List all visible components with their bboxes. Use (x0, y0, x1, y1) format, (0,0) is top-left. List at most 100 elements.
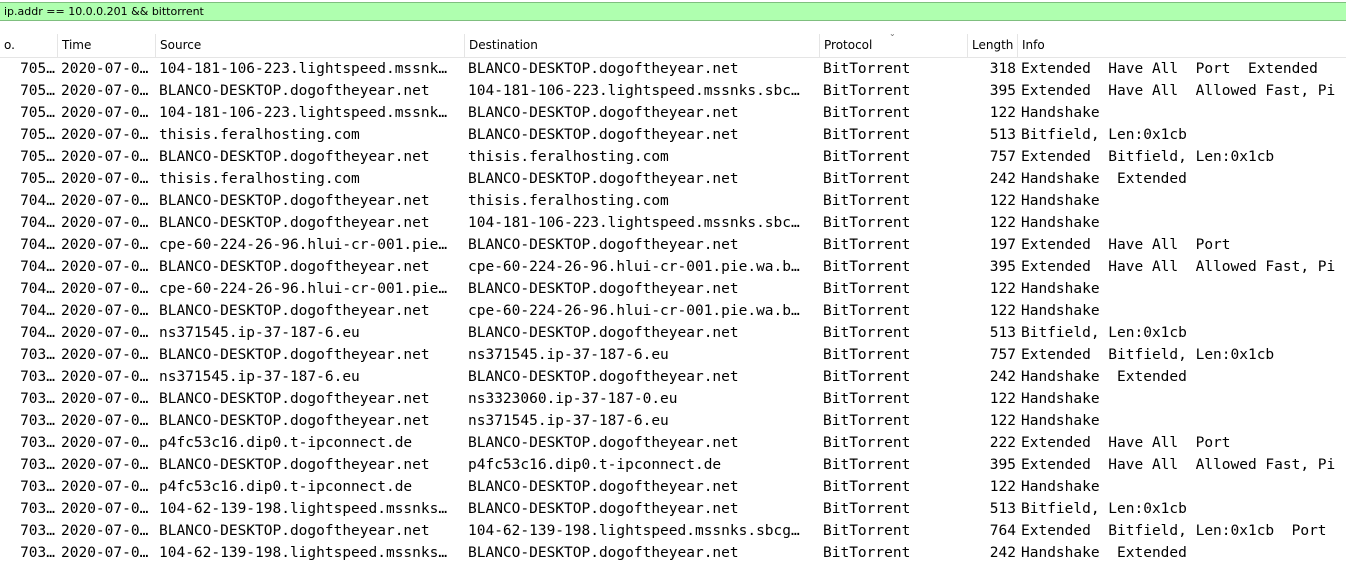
packet-source: BLANCO-DESKTOP.dogoftheyear.net (159, 347, 430, 363)
packet-length: 395 (989, 457, 1016, 473)
packet-time: 2020-07-0… (61, 457, 149, 473)
packet-destination: p4fc53c16.dip0.t-ipconnect.de (468, 457, 722, 473)
packet-source: BLANCO-DESKTOP.dogoftheyear.net (159, 215, 430, 231)
packet-row[interactable]: 703… 2020-07-0… BLANCO-DESKTOP.dogoftheyea… (0, 520, 1346, 542)
packet-protocol: BitTorrent (823, 127, 911, 143)
packet-protocol: BitTorrent (823, 347, 911, 363)
column-header-time[interactable]: Time (58, 34, 156, 57)
packet-row[interactable]: 705… 2020-07-0… thisis.feralhosting.com BLA… (0, 168, 1346, 190)
packet-info: Extended Bitfield, Len:0x1cb (1021, 149, 1275, 165)
column-header-source[interactable]: Source (156, 34, 465, 57)
packet-number: 703… (20, 435, 55, 451)
packet-row[interactable]: 703… 2020-07-0… 104-62-139-198.lightspeed.… (0, 542, 1346, 564)
packet-destination: BLANCO-DESKTOP.dogoftheyear.net (468, 237, 739, 253)
packet-row[interactable]: 704… 2020-07-0… BLANCO-DESKTOP.dogoftheyea… (0, 190, 1346, 212)
packet-length: 197 (989, 237, 1016, 253)
display-filter-input[interactable] (4, 3, 1334, 20)
packet-row[interactable]: 705… 2020-07-0… 104-181-106-223.lightspeed… (0, 58, 1346, 80)
packet-row[interactable]: 704… 2020-07-0… BLANCO-DESKTOP.dogoftheyea… (0, 300, 1346, 322)
packet-number: 704… (20, 259, 55, 275)
packet-time: 2020-07-0… (61, 171, 149, 187)
packet-time: 2020-07-0… (61, 369, 149, 385)
packet-row[interactable]: 704… 2020-07-0… BLANCO-DESKTOP.dogoftheyea… (0, 256, 1346, 278)
packet-number: 703… (20, 479, 55, 495)
packet-number: 705… (20, 83, 55, 99)
packet-info: Extended Bitfield, Len:0x1cb Port (1021, 523, 1327, 539)
packet-destination: BLANCO-DESKTOP.dogoftheyear.net (468, 545, 739, 561)
packet-info: Handshake Extended (1021, 369, 1187, 385)
packet-row[interactable]: 704… 2020-07-0… BLANCO-DESKTOP.dogoftheyea… (0, 212, 1346, 234)
packet-source: BLANCO-DESKTOP.dogoftheyear.net (159, 83, 430, 99)
packet-row[interactable]: 705… 2020-07-0… BLANCO-DESKTOP.dogoftheyea… (0, 146, 1346, 168)
packet-row[interactable]: 703… 2020-07-0… p4fc53c16.dip0.t-ipconnect… (0, 476, 1346, 498)
packet-number: 704… (20, 303, 55, 319)
packet-row[interactable]: 703… 2020-07-0… BLANCO-DESKTOP.dogoftheyea… (0, 344, 1346, 366)
packet-protocol: BitTorrent (823, 523, 911, 539)
packet-protocol: BitTorrent (823, 303, 911, 319)
packet-source: cpe-60-224-26-96.hlui-cr-001.pie… (159, 237, 448, 253)
packet-protocol: BitTorrent (823, 171, 911, 187)
packet-row[interactable]: 705… 2020-07-0… BLANCO-DESKTOP.dogoftheyea… (0, 80, 1346, 102)
packet-length: 122 (989, 281, 1016, 297)
packet-info: Extended Have All Allowed Fast, Pi (1021, 83, 1336, 99)
packet-info: Handshake (1021, 303, 1100, 319)
packet-length: 122 (989, 193, 1016, 209)
packet-protocol: BitTorrent (823, 149, 911, 165)
packet-row[interactable]: 703… 2020-07-0… BLANCO-DESKTOP.dogoftheyea… (0, 454, 1346, 476)
packet-info: Extended Have All Allowed Fast, Pi (1021, 259, 1336, 275)
packet-source: thisis.feralhosting.com (159, 127, 360, 143)
packet-length: 395 (989, 83, 1016, 99)
packet-list: 705… 2020-07-0… 104-181-106-223.lightspeed… (0, 58, 1346, 564)
packet-info: Handshake Extended (1021, 171, 1187, 187)
packet-destination: thisis.feralhosting.com (468, 149, 669, 165)
packet-row[interactable]: 703… 2020-07-0… BLANCO-DESKTOP.dogoftheyea… (0, 388, 1346, 410)
packet-protocol: BitTorrent (823, 215, 911, 231)
packet-number: 703… (20, 523, 55, 539)
packet-time: 2020-07-0… (61, 413, 149, 429)
packet-protocol: BitTorrent (823, 545, 911, 561)
packet-row[interactable]: 703… 2020-07-0… BLANCO-DESKTOP.dogoftheyea… (0, 410, 1346, 432)
column-header-info[interactable]: Info (1018, 34, 1346, 57)
packet-source: thisis.feralhosting.com (159, 171, 360, 187)
packet-source: 104-62-139-198.lightspeed.mssnks… (159, 501, 448, 517)
packet-source: 104-181-106-223.lightspeed.mssnk… (159, 105, 448, 121)
packet-time: 2020-07-0… (61, 61, 149, 77)
packet-row[interactable]: 703… 2020-07-0… ns371545.ip-37-187-6.eu BLA… (0, 366, 1346, 388)
packet-length: 395 (989, 259, 1016, 275)
packet-destination: thisis.feralhosting.com (468, 193, 669, 209)
packet-protocol: BitTorrent (823, 413, 911, 429)
packet-number: 705… (20, 127, 55, 143)
packet-time: 2020-07-0… (61, 127, 149, 143)
display-filter-bar[interactable] (0, 2, 1346, 21)
packet-time: 2020-07-0… (61, 435, 149, 451)
packet-time: 2020-07-0… (61, 83, 149, 99)
packet-protocol: BitTorrent (823, 457, 911, 473)
packet-row[interactable]: 704… 2020-07-0… cpe-60-224-26-96.hlui-cr-0… (0, 234, 1346, 256)
packet-destination: BLANCO-DESKTOP.dogoftheyear.net (468, 171, 739, 187)
packet-number: 704… (20, 237, 55, 253)
packet-time: 2020-07-0… (61, 479, 149, 495)
column-header-destination[interactable]: Destination (465, 34, 820, 57)
packet-number: 703… (20, 457, 55, 473)
packet-number: 705… (20, 171, 55, 187)
packet-row[interactable]: 703… 2020-07-0… 104-62-139-198.lightspeed.… (0, 498, 1346, 520)
packet-number: 703… (20, 347, 55, 363)
packet-time: 2020-07-0… (61, 501, 149, 517)
packet-length: 757 (989, 149, 1016, 165)
packet-destination: BLANCO-DESKTOP.dogoftheyear.net (468, 127, 739, 143)
column-header-length[interactable]: Length (968, 34, 1018, 57)
packet-row[interactable]: 704… 2020-07-0… ns371545.ip-37-187-6.eu BLA… (0, 322, 1346, 344)
packet-number: 705… (20, 149, 55, 165)
packet-destination: cpe-60-224-26-96.hlui-cr-001.pie.wa.b… (468, 259, 800, 275)
packet-row[interactable]: 703… 2020-07-0… p4fc53c16.dip0.t-ipconnect… (0, 432, 1346, 454)
packet-time: 2020-07-0… (61, 303, 149, 319)
packet-list-header: o. Time Source Destination Protocol Leng… (0, 34, 1346, 58)
column-header-no[interactable]: o. (0, 34, 58, 57)
packet-row[interactable]: 705… 2020-07-0… 104-181-106-223.lightspeed… (0, 102, 1346, 124)
packet-time: 2020-07-0… (61, 281, 149, 297)
packet-protocol: BitTorrent (823, 193, 911, 209)
packet-protocol: BitTorrent (823, 83, 911, 99)
packet-source: BLANCO-DESKTOP.dogoftheyear.net (159, 391, 430, 407)
packet-row[interactable]: 705… 2020-07-0… thisis.feralhosting.com BLA… (0, 124, 1346, 146)
packet-row[interactable]: 704… 2020-07-0… cpe-60-224-26-96.hlui-cr-0… (0, 278, 1346, 300)
